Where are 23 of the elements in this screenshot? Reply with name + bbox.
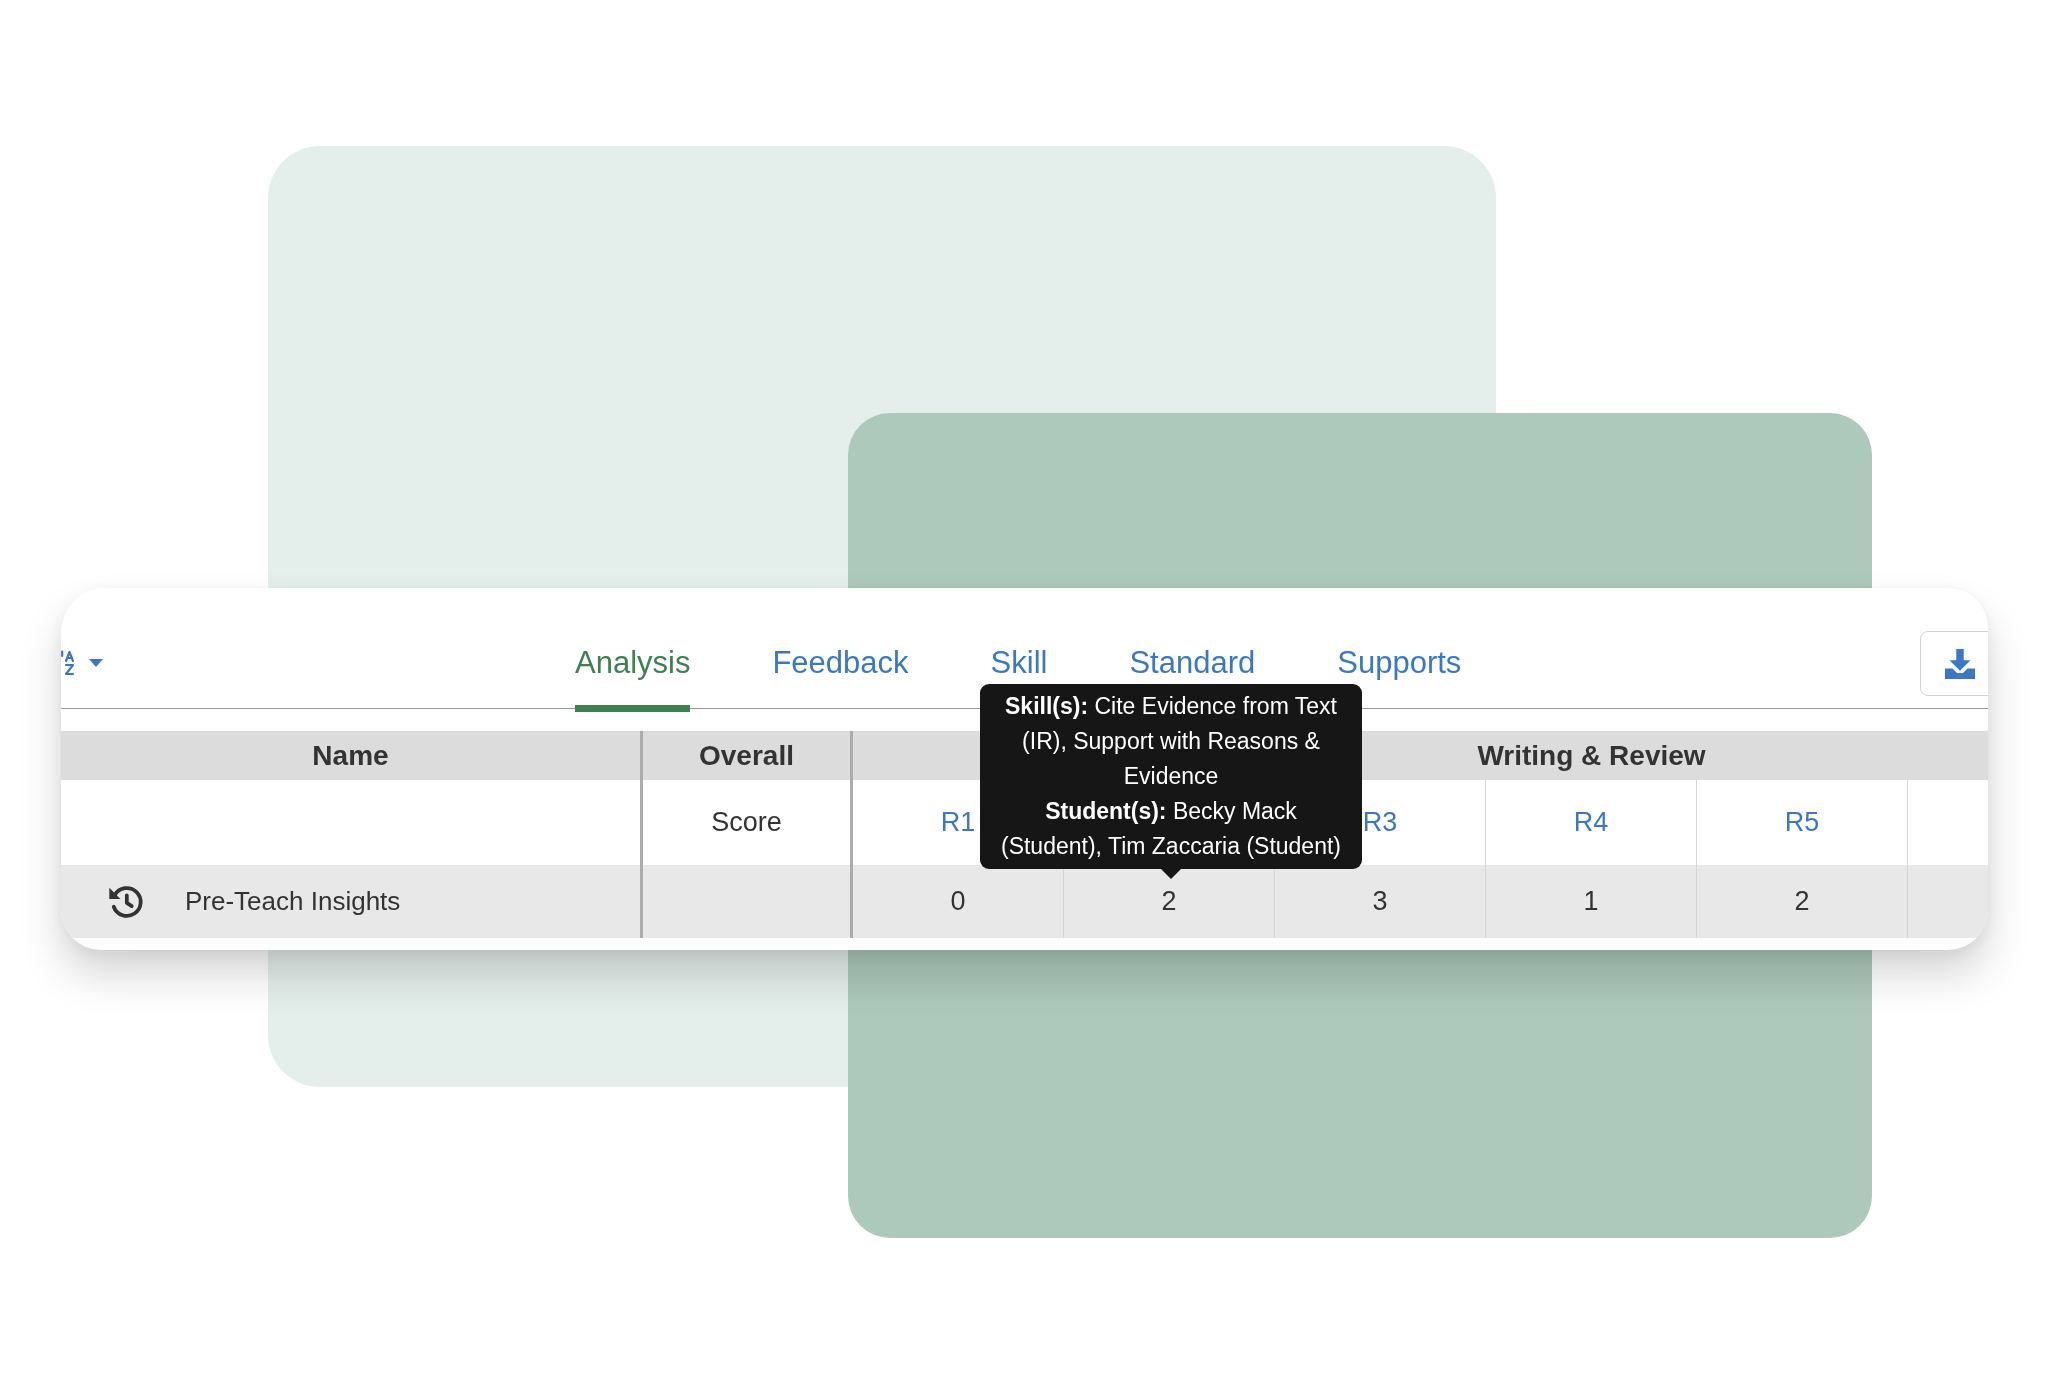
table-cell: 1 — [1486, 865, 1697, 938]
download-button[interactable] — [1920, 631, 1988, 696]
tab[interactable]: Standard — [1129, 645, 1256, 681]
sort-button[interactable] — [61, 650, 103, 676]
rubric-link[interactable]: R5 — [1784, 807, 1820, 838]
caret-icon — [89, 659, 103, 667]
tooltip-text: Skill(s): Cite Evidence from Text (IR), Support with Reasons & Evidence — [1004, 692, 1338, 791]
sort-icon — [61, 650, 77, 676]
tab[interactable]: Supports — [1337, 645, 1462, 681]
rubric-link[interactable]: R1 — [940, 807, 976, 838]
tab[interactable]: Skill — [990, 645, 1048, 681]
tab[interactable]: Analysis — [575, 645, 691, 712]
rubric-link[interactable]: R3 — [1362, 807, 1398, 838]
tooltip-text: Student(s): Becky Mack (Student), Tim Zaccaria (Student) — [1000, 797, 1342, 861]
history-icon — [108, 883, 144, 920]
download-icon — [1945, 648, 1975, 679]
column-header: Name — [61, 731, 643, 780]
column-header: Overall — [643, 731, 853, 780]
rubric-link[interactable]: R4 — [1573, 807, 1609, 838]
tab[interactable]: Feedback — [772, 645, 909, 681]
table-cell: 2 — [1697, 865, 1908, 938]
group-header: Writing & Review — [1477, 739, 1706, 772]
row-name: Pre-Teach Insights — [185, 886, 401, 917]
